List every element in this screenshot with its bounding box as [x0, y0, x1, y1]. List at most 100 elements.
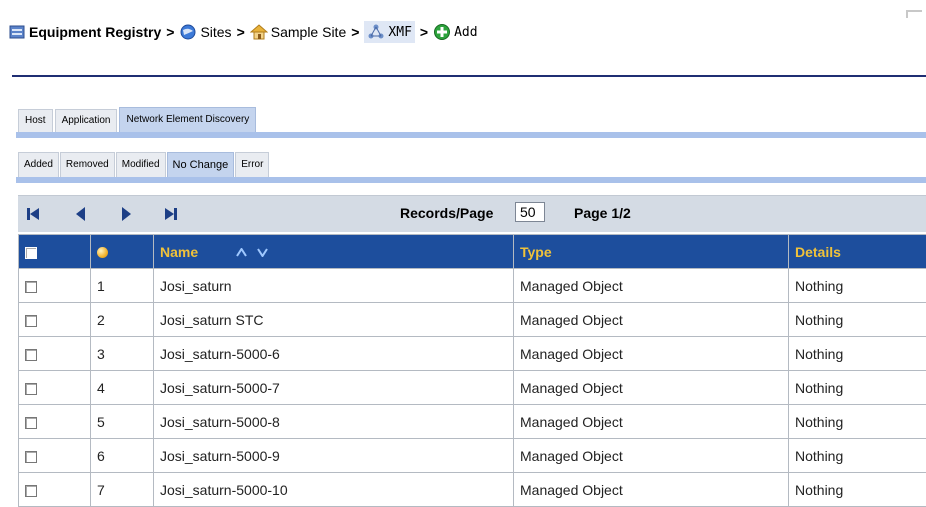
header-divider — [12, 75, 926, 77]
row-details: Nothing — [789, 337, 926, 371]
status-dot-icon — [97, 247, 108, 258]
row-index: 4 — [91, 371, 154, 405]
row-checkbox[interactable] — [25, 451, 37, 463]
page-indicator: Page 1/2 — [574, 205, 631, 221]
breadcrumb-equipment-registry[interactable]: Equipment Registry — [8, 23, 161, 41]
row-checkbox[interactable] — [25, 417, 37, 429]
breadcrumb-sites[interactable]: Sites — [179, 23, 231, 41]
row-select-cell — [19, 405, 91, 439]
globe-icon — [179, 23, 197, 41]
breadcrumb-separator: > — [237, 24, 245, 40]
status-tab-bar — [16, 177, 926, 183]
table-row[interactable]: 4 Josi_saturn-5000-7 Managed Object Noth… — [19, 371, 926, 405]
row-index: 3 — [91, 337, 154, 371]
row-select-cell — [19, 337, 91, 371]
row-checkbox[interactable] — [25, 315, 37, 327]
discovery-table: Name Type Details 1 Josi_saturn Managed … — [18, 234, 926, 507]
row-index: 6 — [91, 439, 154, 473]
main-tabs: Host Application Network Element Discove… — [18, 108, 258, 132]
row-select-cell — [19, 371, 91, 405]
tab-modified[interactable]: Modified — [116, 152, 166, 177]
next-page-icon[interactable] — [119, 207, 133, 221]
row-select-cell — [19, 439, 91, 473]
tab-error[interactable]: Error — [235, 152, 269, 177]
breadcrumb-label: Sample Site — [271, 24, 346, 40]
sort-ascending-icon[interactable] — [236, 248, 247, 257]
row-type: Managed Object — [514, 337, 789, 371]
tab-removed[interactable]: Removed — [60, 152, 115, 177]
breadcrumb-separator: > — [351, 24, 359, 40]
breadcrumb-label: Add — [454, 25, 477, 40]
row-select-cell — [19, 473, 91, 507]
name-header: Name — [154, 235, 514, 269]
row-type: Managed Object — [514, 269, 789, 303]
breadcrumb-xmf[interactable]: XMF — [364, 21, 414, 43]
row-type: Managed Object — [514, 439, 789, 473]
last-page-icon[interactable] — [164, 207, 178, 221]
tab-network-element-discovery[interactable]: Network Element Discovery — [119, 107, 256, 132]
row-index: 5 — [91, 405, 154, 439]
breadcrumb: Equipment Registry > Sites > Sample Site… — [8, 21, 478, 43]
table-row[interactable]: 7 Josi_saturn-5000-10 Managed Object Not… — [19, 473, 926, 507]
sort-descending-icon[interactable] — [257, 248, 268, 257]
house-icon — [250, 23, 268, 41]
tab-host[interactable]: Host — [18, 109, 53, 132]
row-details: Nothing — [789, 303, 926, 337]
breadcrumb-label: XMF — [388, 25, 411, 40]
breadcrumb-label: Sites — [200, 24, 231, 40]
table-row[interactable]: 5 Josi_saturn-5000-8 Managed Object Noth… — [19, 405, 926, 439]
row-name: Josi_saturn-5000-10 — [154, 473, 514, 507]
row-name: Josi_saturn-5000-7 — [154, 371, 514, 405]
row-checkbox[interactable] — [25, 349, 37, 361]
window-corner — [906, 10, 922, 18]
row-details: Nothing — [789, 269, 926, 303]
row-name: Josi_saturn-5000-9 — [154, 439, 514, 473]
status-tabs: Added Removed Modified No Change Error — [18, 151, 270, 177]
table-row[interactable]: 6 Josi_saturn-5000-9 Managed Object Noth… — [19, 439, 926, 473]
records-per-page-input[interactable] — [515, 202, 545, 222]
table-row[interactable]: 2 Josi_saturn STC Managed Object Nothing — [19, 303, 926, 337]
row-checkbox[interactable] — [25, 485, 37, 497]
type-header: Type — [514, 235, 789, 269]
row-select-cell — [19, 269, 91, 303]
select-all-cell — [19, 235, 91, 269]
network-node-icon — [367, 23, 385, 41]
row-details: Nothing — [789, 473, 926, 507]
records-per-page-label: Records/Page — [400, 205, 493, 221]
row-details: Nothing — [789, 439, 926, 473]
row-details: Nothing — [789, 405, 926, 439]
row-type: Managed Object — [514, 303, 789, 337]
row-index: 2 — [91, 303, 154, 337]
row-name: Josi_saturn-5000-6 — [154, 337, 514, 371]
row-name: Josi_saturn-5000-8 — [154, 405, 514, 439]
breadcrumb-separator: > — [420, 24, 428, 40]
row-checkbox[interactable] — [25, 383, 37, 395]
status-header — [91, 235, 154, 269]
table-row[interactable]: 3 Josi_saturn-5000-6 Managed Object Noth… — [19, 337, 926, 371]
tab-application[interactable]: Application — [55, 109, 118, 132]
name-header-label: Name — [160, 244, 198, 260]
row-details: Nothing — [789, 371, 926, 405]
row-type: Managed Object — [514, 473, 789, 507]
select-all-checkbox[interactable] — [25, 247, 37, 259]
first-page-icon[interactable] — [26, 207, 40, 221]
row-name: Josi_saturn STC — [154, 303, 514, 337]
registry-icon — [8, 23, 26, 41]
main-tab-bar — [16, 132, 926, 138]
table-row[interactable]: 1 Josi_saturn Managed Object Nothing — [19, 269, 926, 303]
paging-toolbar: Records/Page Page 1/2 — [18, 195, 926, 232]
row-index: 1 — [91, 269, 154, 303]
row-type: Managed Object — [514, 371, 789, 405]
tab-no-change[interactable]: No Change — [167, 152, 235, 177]
add-plus-icon — [433, 23, 451, 41]
breadcrumb-label: Equipment Registry — [29, 24, 161, 40]
breadcrumb-add: Add — [433, 23, 477, 41]
table-header-row: Name Type Details — [19, 235, 926, 269]
details-header: Details — [789, 235, 926, 269]
row-checkbox[interactable] — [25, 281, 37, 293]
row-select-cell — [19, 303, 91, 337]
previous-page-icon[interactable] — [74, 207, 88, 221]
tab-added[interactable]: Added — [18, 152, 59, 177]
row-index: 7 — [91, 473, 154, 507]
breadcrumb-sample-site[interactable]: Sample Site — [250, 23, 346, 41]
